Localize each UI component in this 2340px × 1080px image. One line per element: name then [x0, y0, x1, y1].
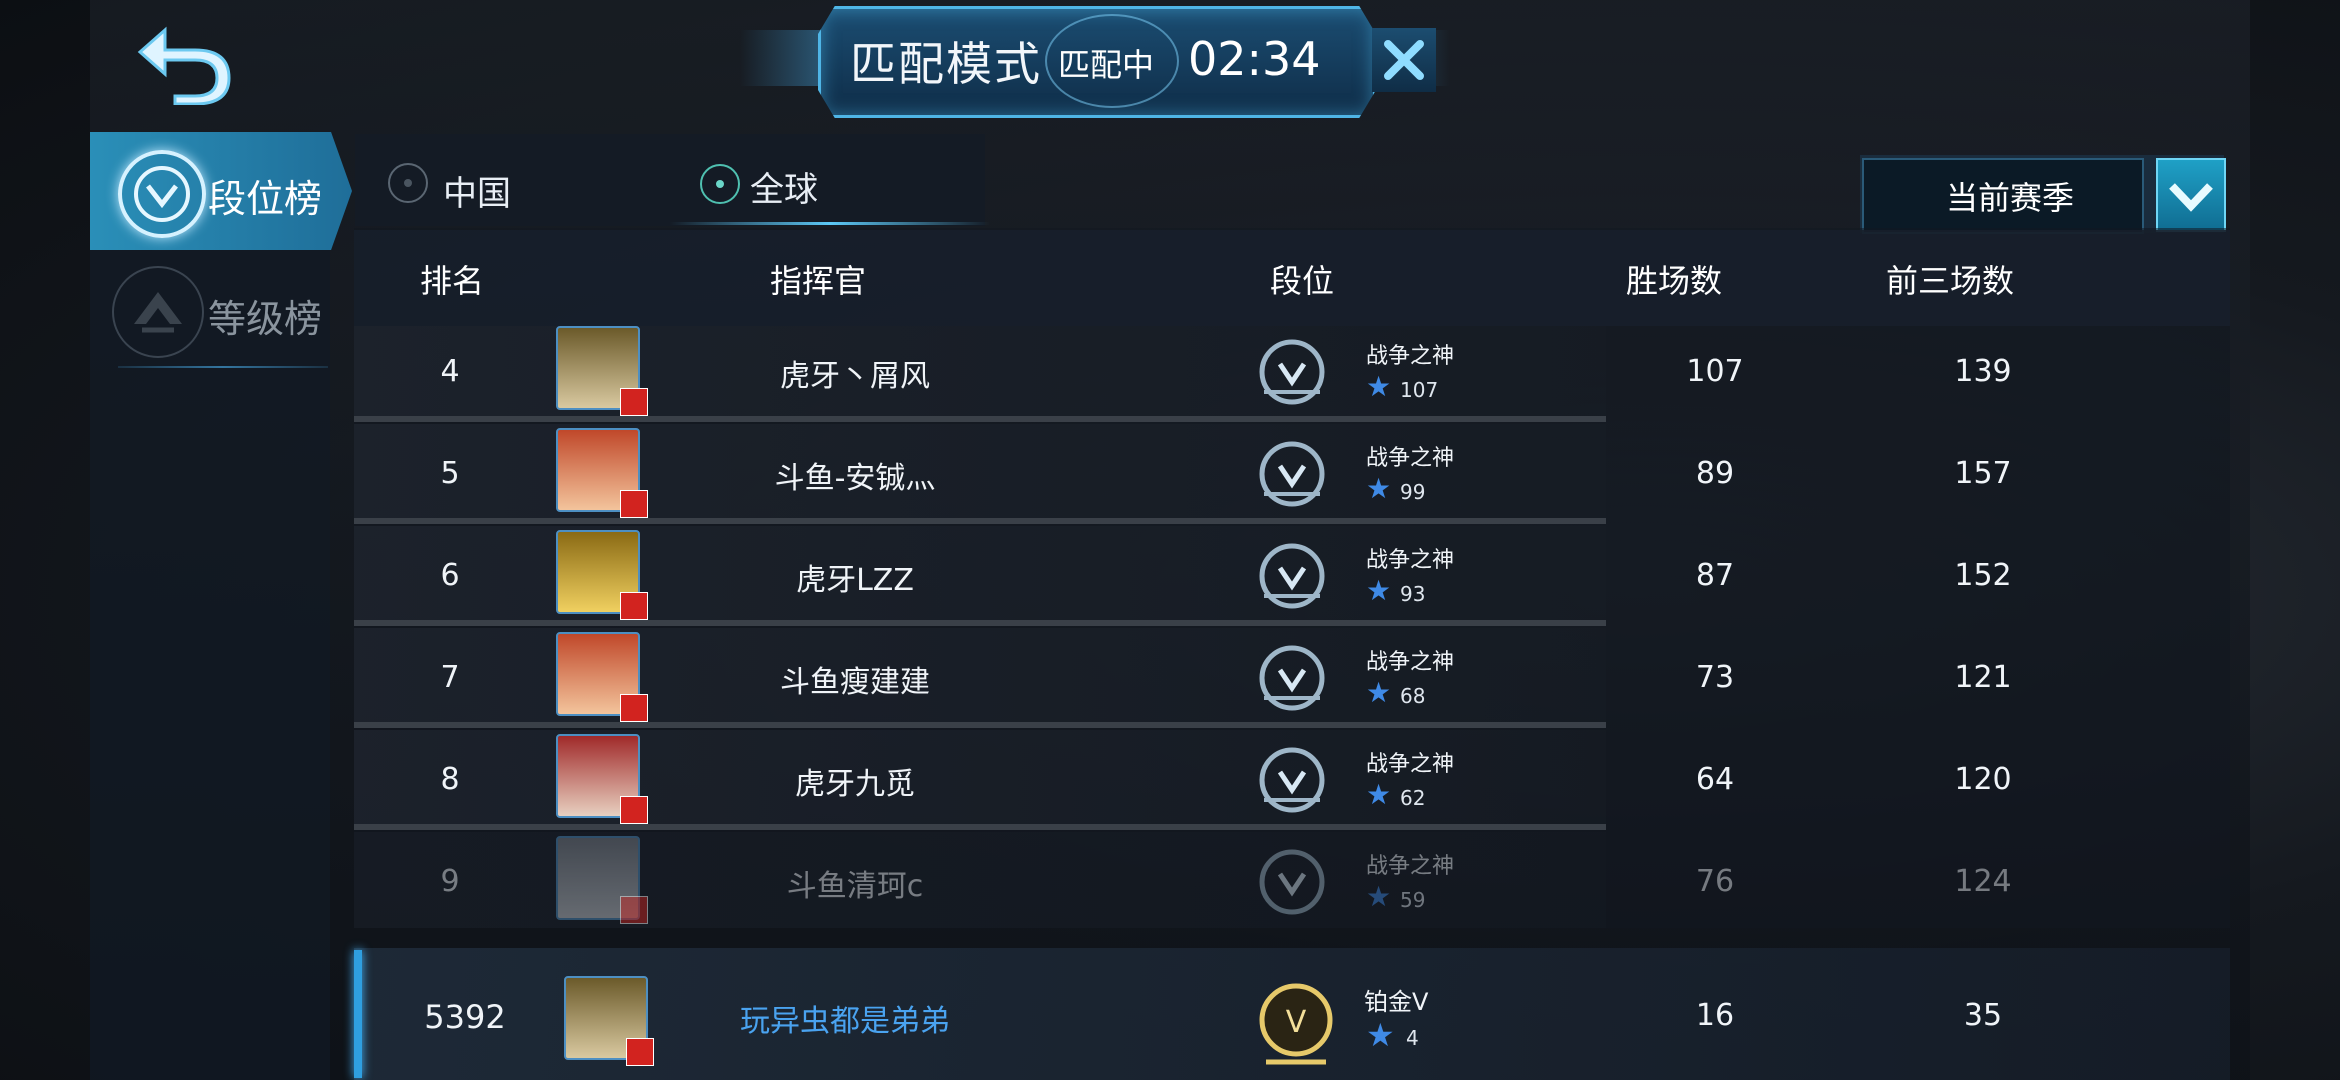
- my-tier-name: 铂金V: [1364, 988, 1429, 1016]
- flag-icon: [626, 1038, 654, 1066]
- star-icon: ★: [1366, 676, 1392, 709]
- star-count: 62: [1400, 786, 1426, 810]
- radio-global[interactable]: [700, 164, 740, 204]
- player-name: 斗鱼瘦建建: [780, 665, 930, 700]
- sidebar-item-label: 等级榜: [208, 297, 323, 341]
- close-icon: [1384, 40, 1424, 80]
- player-name: 虎牙九觅: [795, 767, 915, 802]
- header-top3: 前三场数: [1886, 262, 2015, 300]
- star-icon: ★: [1366, 574, 1392, 607]
- row-rank: 4: [440, 354, 460, 389]
- radio-global-label: 全球: [750, 170, 818, 210]
- player-name: 斗鱼清珂c: [786, 869, 924, 904]
- tier-name: 战争之神: [1366, 344, 1455, 369]
- sidebar-divider: [118, 366, 328, 368]
- my-rank: 5392: [424, 998, 506, 1036]
- my-star-count: 4: [1406, 1026, 1419, 1050]
- row-rank: 7: [440, 660, 460, 695]
- star-icon: ★: [1366, 880, 1392, 913]
- star-count: 59: [1400, 888, 1426, 912]
- wins-count: 87: [1695, 558, 1735, 593]
- tier-emblem-icon: [1252, 436, 1325, 512]
- star-count: 107: [1400, 378, 1439, 402]
- row-rank: 8: [440, 762, 460, 797]
- star-icon: ★: [1366, 778, 1392, 811]
- row-divider: [354, 722, 1606, 728]
- top3-count: 121: [1954, 660, 2012, 695]
- row-rank: 9: [440, 864, 460, 899]
- flag-icon: [620, 388, 648, 416]
- player-name: 虎牙LZZ: [796, 563, 914, 598]
- rank-shield-icon: [118, 150, 206, 238]
- flag-icon: [620, 592, 648, 620]
- player-name: 虎牙丶屑风: [780, 359, 930, 394]
- header-tier: 段位: [1270, 262, 1335, 300]
- my-top3-count: 35: [1963, 998, 2003, 1033]
- header-wins: 胜场数: [1626, 262, 1723, 300]
- filter-underline: [670, 222, 990, 225]
- season-dropdown-button[interactable]: [2156, 158, 2226, 232]
- wins-count: 64: [1695, 762, 1735, 797]
- match-mode-title: 匹配模式: [850, 37, 1042, 91]
- radio-china[interactable]: [388, 163, 428, 203]
- svg-text:V: V: [1286, 1005, 1307, 1040]
- row-rank: 5: [440, 456, 460, 491]
- platinum-emblem-icon: V: [1250, 978, 1342, 1074]
- matching-status: 匹配中: [1058, 46, 1155, 84]
- star-icon: ★: [1366, 370, 1392, 403]
- flag-icon: [620, 796, 648, 824]
- row-divider: [354, 824, 1606, 830]
- tier-emblem-icon: [1252, 334, 1325, 410]
- wins-count: 89: [1695, 456, 1735, 491]
- tier-name: 战争之神: [1366, 548, 1455, 573]
- wins-count: 76: [1695, 864, 1735, 899]
- star-count: 93: [1400, 582, 1426, 606]
- header-wing-left: [740, 30, 820, 86]
- wins-count: 73: [1695, 660, 1735, 695]
- tier-emblem-icon: [1252, 844, 1325, 920]
- tier-name: 战争之神: [1366, 446, 1455, 471]
- row-divider: [354, 416, 1606, 422]
- cancel-match-button[interactable]: [1372, 28, 1436, 92]
- wins-count: 107: [1686, 354, 1744, 389]
- season-value: 当前赛季: [1945, 179, 2074, 217]
- row-divider: [354, 518, 1606, 524]
- tier-name: 战争之神: [1366, 752, 1455, 777]
- tier-name: 战争之神: [1366, 650, 1455, 675]
- header-rank: 排名: [420, 262, 485, 300]
- radio-china-label: 中国: [443, 174, 511, 214]
- player-name: 斗鱼-安铖灬: [774, 461, 936, 496]
- header-commander: 指挥官: [770, 262, 867, 300]
- tier-emblem-icon: [1252, 640, 1325, 716]
- back-button[interactable]: [135, 20, 235, 106]
- top3-count: 152: [1954, 558, 2012, 593]
- top3-count: 120: [1954, 762, 2012, 797]
- star-icon: ★: [1366, 472, 1392, 505]
- back-arrow-icon: [137, 26, 231, 106]
- top3-count: 157: [1954, 456, 2012, 491]
- tier-emblem-icon: [1252, 742, 1325, 818]
- my-wins-count: 16: [1695, 998, 1735, 1033]
- tier-emblem-icon: [1252, 538, 1325, 614]
- row-rank: 6: [440, 558, 460, 593]
- chevron-down-icon: [2169, 183, 2213, 212]
- star-count: 99: [1400, 480, 1426, 504]
- my-row-highlight-bar: [354, 950, 362, 1078]
- flag-icon: [620, 896, 648, 924]
- row-divider: [354, 620, 1606, 626]
- tier-name: 战争之神: [1366, 854, 1455, 879]
- star-count: 68: [1400, 684, 1426, 708]
- flag-icon: [620, 694, 648, 722]
- top3-count: 139: [1954, 354, 2012, 389]
- match-timer: 02:34: [1188, 32, 1321, 86]
- sidebar-item-label: 段位榜: [208, 177, 323, 221]
- my-player-name: 玩异虫都是弟弟: [740, 1004, 950, 1039]
- top3-count: 124: [1954, 864, 2012, 899]
- flag-icon: [620, 490, 648, 518]
- level-emblem-icon: [112, 266, 204, 358]
- star-icon: ★: [1366, 1016, 1395, 1054]
